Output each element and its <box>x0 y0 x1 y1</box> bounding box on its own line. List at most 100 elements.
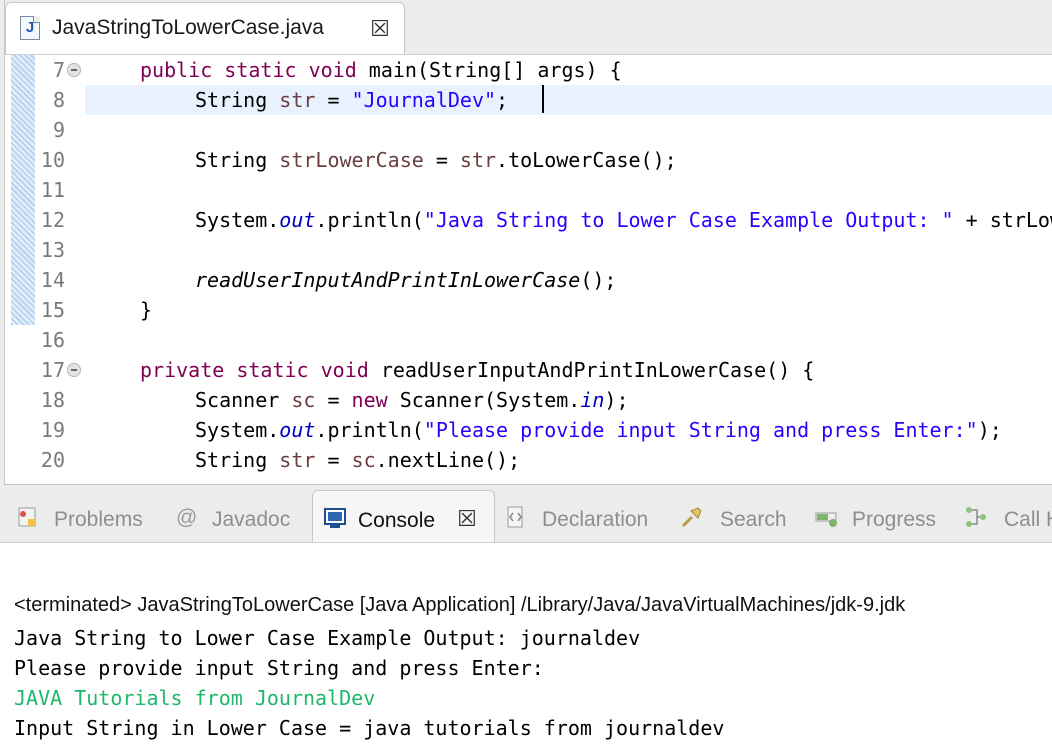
code-text: private static void readUserInputAndPrin… <box>140 355 814 385</box>
code-fragment: .println( <box>315 208 424 232</box>
keyword: void <box>308 58 357 82</box>
code-line: 17 private static void readUserInputAndP… <box>5 355 1052 385</box>
code-fragment: (); <box>580 268 617 292</box>
code-editor[interactable]: J JavaStringToLowerCase.java ☒ 7 public … <box>4 0 1052 485</box>
method-call: readUserInputAndPrintInLowerCase <box>195 268 581 292</box>
keyword: new <box>351 388 388 412</box>
local-variable: str <box>459 148 497 172</box>
search-icon <box>681 507 702 528</box>
local-variable: str <box>279 448 316 472</box>
tab-label: Call Hierarchy <box>1004 508 1052 531</box>
code-line: 20 String str = sc.nextLine(); <box>5 445 1052 475</box>
fold-collapse-icon[interactable] <box>67 63 81 77</box>
close-tab-icon[interactable]: ☒ <box>370 18 390 40</box>
tab-label: Problems <box>54 508 143 531</box>
code-fragment: String <box>195 448 280 472</box>
code-line: 11 <box>5 175 1052 205</box>
code-text: String strLowerCase = str.toLowerCase(); <box>195 145 677 175</box>
declaration-icon <box>507 506 523 528</box>
code-text: readUserInputAndPrintInLowerCase(); <box>195 265 616 295</box>
code-fragment: = <box>315 388 352 412</box>
code-fragment: .println( <box>315 418 424 442</box>
tab-javadoc[interactable]: @ Javadoc <box>170 490 310 542</box>
code-fragment: main(String[] args) { <box>356 58 622 82</box>
editor-tab[interactable]: J JavaStringToLowerCase.java ☒ <box>5 2 405 54</box>
code-text: System.out.println("Please provide input… <box>195 415 1002 445</box>
tab-console[interactable]: Console ☒ <box>312 490 495 542</box>
keyword: void <box>320 358 369 382</box>
code-line: 14 readUserInputAndPrintInLowerCase(); <box>5 265 1052 295</box>
editor-tab-bar: J JavaStringToLowerCase.java ☒ <box>5 0 1052 55</box>
line-number: 14 <box>40 268 65 292</box>
line-number: 9 <box>52 118 65 142</box>
line-number: 18 <box>40 388 65 412</box>
keyword: public <box>140 58 213 82</box>
keyword: static <box>236 358 309 382</box>
editor-tab-label: JavaStringToLowerCase.java <box>52 16 324 39</box>
code-line: 8 String str = "JournalDev"; <box>5 85 1052 115</box>
code-line: 12 System.out.println("Java String to Lo… <box>5 205 1052 235</box>
tab-declaration[interactable]: Declaration <box>498 490 668 542</box>
java-file-icon: J <box>20 16 40 40</box>
keyword: static <box>224 58 297 82</box>
tab-label: Declaration <box>542 508 649 531</box>
code-fragment: System. <box>195 208 280 232</box>
progress-icon <box>815 512 837 527</box>
tab-call-hierarchy[interactable]: Call Hierarchy <box>962 490 1052 542</box>
code-fragment: readUserInputAndPrintInLowerCase() { <box>368 358 815 382</box>
code-fragment: = <box>315 88 352 112</box>
code-text: System.out.println("Java String to Lower… <box>195 205 1052 235</box>
code-fragment: = <box>423 148 460 172</box>
code-line: 9 <box>5 115 1052 145</box>
code-line: 10 String strLowerCase = str.toLowerCase… <box>5 145 1052 175</box>
string-literal: "JournalDev" <box>351 88 497 112</box>
line-number: 7 <box>52 58 65 82</box>
at-icon: @ <box>176 506 198 529</box>
tab-label: Console <box>358 509 436 532</box>
close-console-icon[interactable]: ☒ <box>457 508 477 530</box>
string-literal: "Please provide input String and press E… <box>423 418 978 442</box>
tab-problems[interactable]: Problems <box>0 490 165 542</box>
code-line: 18 Scanner sc = new Scanner(System.in); <box>5 385 1052 415</box>
console-icon <box>324 508 346 528</box>
code-fragment: = <box>315 448 352 472</box>
console-user-input-line: JAVA Tutorials from JournalDev <box>14 686 376 710</box>
console-line: Input String in Lower Case = java tutori… <box>14 716 725 740</box>
code-text: Scanner sc = new Scanner(System.in); <box>195 385 629 415</box>
code-text: String str = "JournalDev"; <box>195 85 508 115</box>
tab-label: Progress <box>852 508 937 531</box>
code-line: 15 } <box>5 295 1052 325</box>
line-number: 12 <box>40 208 65 232</box>
tab-label: Search <box>720 508 787 531</box>
problems-icon <box>18 507 36 527</box>
line-number: 20 <box>40 448 65 472</box>
code-fragment: String <box>195 88 280 112</box>
code-fragment: .nextLine(); <box>375 448 521 472</box>
string-literal: "Java String to Lower Case Example Outpu… <box>423 208 954 232</box>
tab-progress[interactable]: Progress <box>810 490 960 542</box>
editor-body[interactable]: 7 public static void main(String[] args)… <box>5 55 1052 484</box>
console-terminated-header: <terminated> JavaStringToLowerCase [Java… <box>14 594 906 616</box>
static-field: in <box>580 388 605 412</box>
console-output[interactable]: <terminated> JavaStringToLowerCase [Java… <box>0 543 1052 754</box>
code-line: 16 <box>5 325 1052 355</box>
static-field: out <box>279 208 316 232</box>
console-line: Please provide input String and press En… <box>14 656 544 680</box>
line-number: 11 <box>40 178 65 202</box>
line-number: 13 <box>40 238 65 262</box>
local-variable: strLowerCase <box>279 148 424 172</box>
local-variable: str <box>279 88 316 112</box>
static-field: out <box>279 418 316 442</box>
code-fragment: .toLowerCase(); <box>496 148 677 172</box>
code-fragment: Scanner <box>195 388 292 412</box>
local-variable: sc <box>291 388 316 412</box>
code-text: String str = sc.nextLine(); <box>195 445 520 475</box>
code-fragment: + strLowerCase); <box>965 208 1052 232</box>
code-fragment: ); <box>604 388 629 412</box>
code-fragment: System. <box>195 418 280 442</box>
code-line: 19 System.out.println("Please provide in… <box>5 415 1052 445</box>
code-line: 7 public static void main(String[] args)… <box>5 55 1052 85</box>
line-number: 17 <box>40 358 65 382</box>
tab-search[interactable]: Search <box>676 490 806 542</box>
fold-collapse-icon[interactable] <box>67 363 81 377</box>
